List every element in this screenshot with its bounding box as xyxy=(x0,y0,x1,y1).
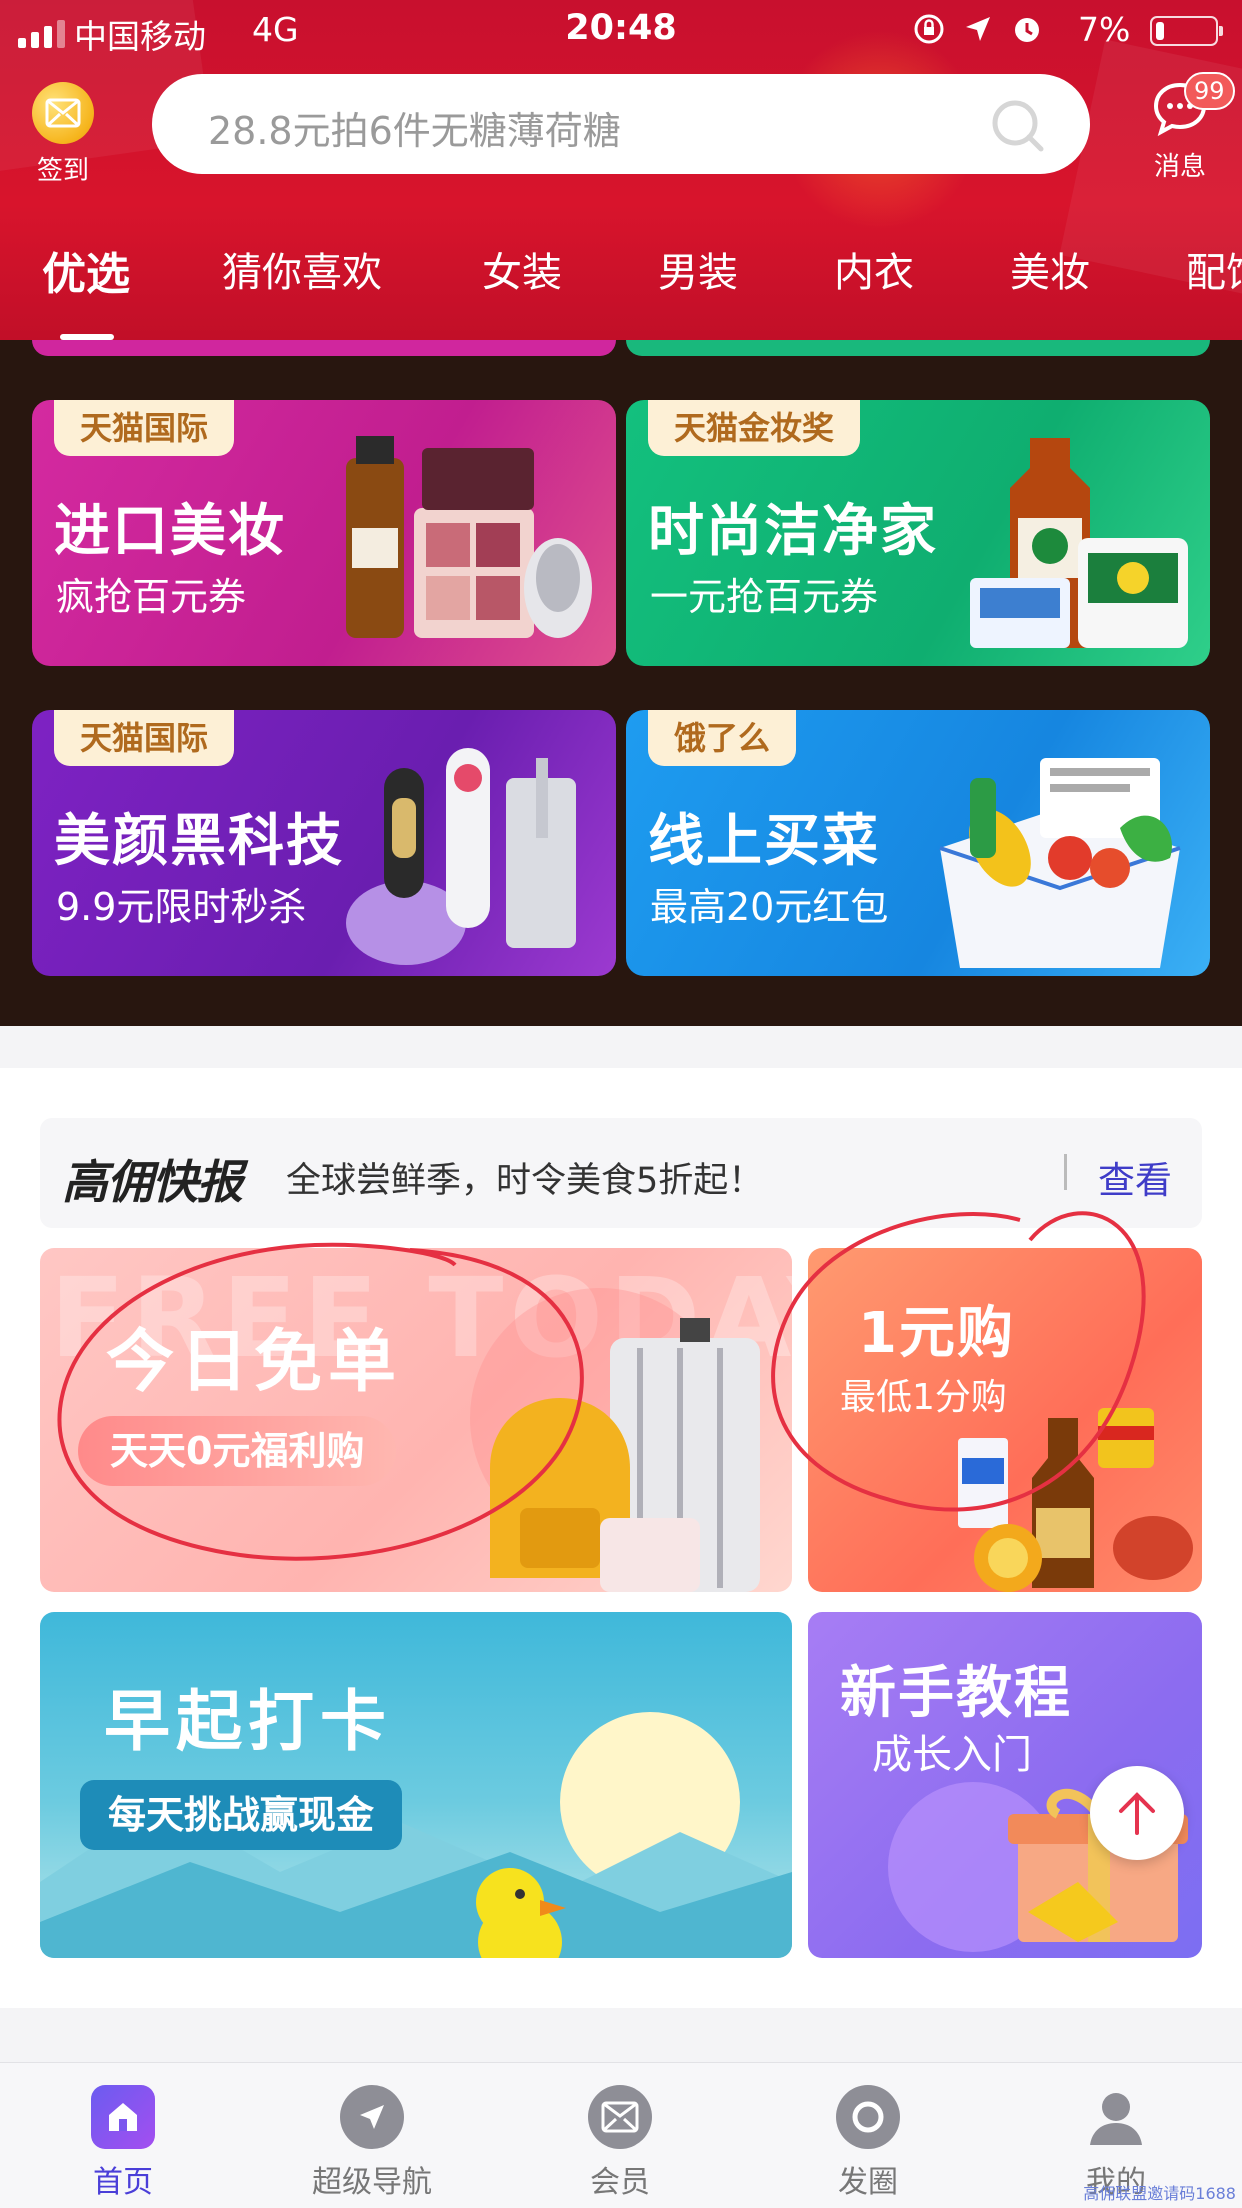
promo-title: 进口美妆 xyxy=(54,499,286,564)
promo-title: 线上买菜 xyxy=(648,809,880,874)
promo-card-beauty-tech[interactable]: 天猫国际 美颜黑科技 9.9元限时秒杀 xyxy=(32,710,616,976)
promo-title: 时尚洁净家 xyxy=(648,499,938,564)
home-icon xyxy=(91,2085,155,2149)
status-icons xyxy=(912,12,1044,50)
messages-badge: 99 xyxy=(1184,72,1235,110)
beauty-devices-illustration xyxy=(346,748,576,965)
view-more-link[interactable]: 查看 xyxy=(1098,1150,1172,1204)
nav-moments[interactable]: 发圈 xyxy=(788,2085,948,2201)
search-placeholder: 28.8元拍6件无糖薄荷糖 xyxy=(208,109,621,153)
promo-card-imported-beauty[interactable]: 天猫国际 进口美妆 疯抢百元券 xyxy=(32,400,616,666)
header: 中国移动 4G 20:48 7% 签到 28.8元拍6件无糖薄荷糖 99 消息 … xyxy=(0,0,1242,340)
free-today-card[interactable]: FREE TODAY 今日免单 天天0元福利购 xyxy=(40,1248,792,1592)
promo-tag: 饿了么 xyxy=(648,710,797,766)
free-today-subtitle: 天天0元福利购 xyxy=(78,1416,397,1486)
messages-label: 消息 xyxy=(1153,152,1206,182)
tab-beauty[interactable]: 美妆 xyxy=(1010,240,1090,298)
luggage-bag-illustration xyxy=(490,1318,760,1592)
promo-tag: 天猫国际 xyxy=(54,710,235,766)
moments-icon xyxy=(836,2085,900,2149)
promo-subtitle: 最高20元红包 xyxy=(650,885,889,929)
one-yuan-card[interactable]: 1元购 最低1分购 xyxy=(808,1248,1202,1592)
tab-underwear[interactable]: 内衣 xyxy=(834,240,914,298)
free-today-title: 今日免单 xyxy=(106,1323,403,1402)
signin-label: 签到 xyxy=(36,156,89,186)
tab-youxuan[interactable]: 优选 xyxy=(42,238,130,302)
quick-news-bar[interactable]: 高佣快报 全球尝鲜季，时令美食5折起！ 查看 xyxy=(40,1118,1202,1228)
nav-super-navigation[interactable]: 超级导航 xyxy=(292,2085,452,2201)
signin-coin-icon xyxy=(32,82,94,144)
promo-subtitle: 9.9元限时秒杀 xyxy=(56,885,307,929)
member-icon xyxy=(588,2085,652,2149)
status-bar: 中国移动 4G 20:48 7% xyxy=(0,0,1242,62)
snacks-drinks-illustration xyxy=(958,1408,1193,1592)
promo-subtitle: 疯抢百元券 xyxy=(56,575,247,619)
tab-accessories[interactable]: 配饰 xyxy=(1186,240,1242,298)
nav-label: 发圈 xyxy=(838,2165,898,2200)
category-tabs: 优选 猜你喜欢 女装 男装 内衣 美妆 配饰 xyxy=(0,230,1242,340)
quick-news-logo: 高佣快报 xyxy=(62,1155,243,1209)
tab-mens-wear[interactable]: 男装 xyxy=(658,240,738,298)
one-yuan-title: 1元购 xyxy=(858,1301,1015,1366)
nav-label: 会员 xyxy=(590,2165,650,2200)
checkin-subtitle: 每天挑战赢现金 xyxy=(80,1780,403,1850)
quick-news-text: 全球尝鲜季，时令美食5折起！ xyxy=(286,1161,764,1201)
status-time: 20:48 xyxy=(565,8,677,48)
tab-guess-you-like[interactable]: 猜你喜欢 xyxy=(222,240,382,298)
grocery-box-illustration xyxy=(939,758,1181,968)
promo-partial-card xyxy=(32,340,616,356)
promo-card-clean-home[interactable]: 天猫金妆奖 时尚洁净家 一元抢百元券 xyxy=(626,400,1210,666)
promo-tag: 天猫金妆奖 xyxy=(648,400,861,456)
morning-checkin-card[interactable]: 早起打卡 每天挑战赢现金 xyxy=(40,1612,792,1958)
search-bar[interactable]: 28.8元拍6件无糖薄荷糖 xyxy=(152,74,1090,174)
cleaning-products-illustration xyxy=(970,438,1188,648)
promo-card-grocery[interactable]: 饿了么 线上买菜 最高20元红包 xyxy=(626,710,1210,976)
cosmetics-illustration xyxy=(346,436,592,638)
signin-button[interactable]: 签到 xyxy=(32,82,94,187)
promo-subtitle: 一元抢百元券 xyxy=(650,575,879,619)
checkin-title: 早起打卡 xyxy=(104,1683,392,1760)
profile-icon xyxy=(1084,2085,1148,2149)
nav-home[interactable]: 首页 xyxy=(43,2085,203,2201)
bottom-navigation: 首页 超级导航 会员 发圈 我的 高佣联盟邀请码1688 xyxy=(0,2062,1242,2208)
tab-womens-wear[interactable]: 女装 xyxy=(482,240,562,298)
divider xyxy=(1064,1154,1067,1190)
alarm-icon xyxy=(1010,12,1044,50)
nav-member[interactable]: 会员 xyxy=(540,2085,700,2201)
promo-partial-card xyxy=(626,340,1210,356)
promo-title: 美颜黑科技 xyxy=(54,809,344,874)
nav-label: 首页 xyxy=(93,2165,153,2200)
tutorial-title: 新手教程 xyxy=(840,1661,1072,1726)
location-arrow-icon xyxy=(962,13,994,49)
back-to-top-button[interactable] xyxy=(1090,1766,1184,1860)
battery-percent: 7% xyxy=(1078,10,1131,49)
search-icon[interactable] xyxy=(988,96,1048,160)
watermark-text: 高佣联盟邀请码1688 xyxy=(1083,2184,1236,2203)
arrow-up-icon xyxy=(1119,1792,1155,1835)
nav-label: 超级导航 xyxy=(312,2165,432,2200)
navigation-icon xyxy=(340,2085,404,2149)
promo-tag: 天猫国际 xyxy=(54,400,235,456)
battery-icon xyxy=(1150,16,1223,46)
messages-button[interactable]: 99 消息 xyxy=(1134,72,1235,183)
orientation-lock-icon xyxy=(912,12,946,50)
